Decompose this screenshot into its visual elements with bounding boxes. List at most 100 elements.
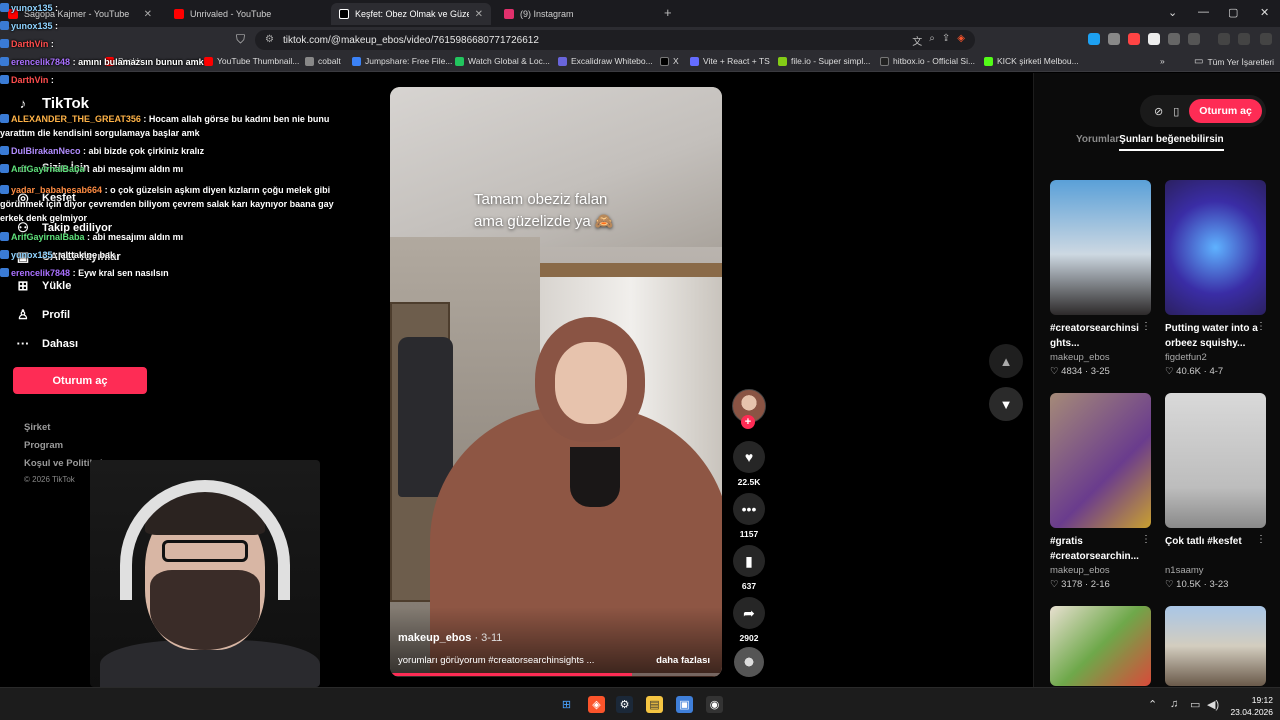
chat-text: : alttakine bak	[55, 250, 116, 260]
extension-icon[interactable]	[1108, 33, 1120, 45]
photos-icon[interactable]: ▣	[676, 696, 693, 713]
bookmark-item[interactable]: Vite + React + TS	[690, 56, 770, 66]
video-progress-bar[interactable]	[390, 673, 722, 676]
system-clock[interactable]: 19:12 23.04.2026	[1228, 694, 1273, 718]
tab-label: (9) Instagram	[520, 9, 574, 19]
bookmark-item[interactable]: KICK şirketi Melbou...	[984, 56, 1079, 66]
more-icon: ···	[16, 336, 30, 351]
next-video-button[interactable]: ▼	[989, 387, 1023, 421]
chevron-down-icon: ▼	[999, 396, 1013, 412]
menu-icon[interactable]	[1260, 33, 1272, 45]
bookmark-item[interactable]: file.io - Super simpl...	[778, 56, 870, 66]
extension-icon[interactable]	[1088, 33, 1100, 45]
subscriber-badge-icon	[0, 75, 9, 84]
sidebar-icon[interactable]	[1188, 33, 1200, 45]
more-options-icon[interactable]: ⋮	[1141, 534, 1151, 545]
bookmark-item[interactable]: Excalidraw Whitebo...	[558, 56, 653, 66]
progress-fill	[390, 673, 633, 676]
nav-item-more[interactable]: ··· Dahası	[16, 336, 79, 351]
share-icon[interactable]: ⇪	[942, 33, 950, 48]
brave-shield-icon[interactable]: ◈	[957, 33, 965, 48]
copyright: © 2026 TikTok	[24, 475, 75, 484]
network-icon[interactable]: ▭	[1190, 698, 1200, 711]
coins-icon[interactable]: ⊘	[1154, 105, 1163, 118]
nav-item-profile[interactable]: ♙ Profil	[16, 307, 70, 323]
chat-message: ArifGayirnalBaba : abi mesajımı aldın mı	[0, 164, 183, 174]
bookmarks-overflow-icon[interactable]: »	[1160, 56, 1165, 66]
like-count: 22.5K	[737, 477, 761, 487]
video-player[interactable]: Tamam obeziz falan ama güzelizde ya 🙈 ma…	[390, 87, 722, 677]
bookmark-item[interactable]: X	[660, 56, 679, 66]
subscriber-badge-icon	[0, 250, 9, 259]
subscriber-badge-icon	[0, 268, 9, 277]
like-button[interactable]: ♥ 22.5K	[733, 441, 765, 487]
music-icon[interactable]	[1218, 33, 1230, 45]
login-button[interactable]: Oturum aç	[13, 367, 147, 394]
tab-instagram[interactable]: (9) Instagram	[496, 3, 656, 25]
extension-icon[interactable]	[1148, 33, 1160, 45]
microphone-icon[interactable]: ♫	[1170, 698, 1178, 710]
chat-text: : abi bizde çok çirkiniz kralız	[83, 146, 205, 156]
recommended-video-card[interactable]	[1165, 606, 1266, 686]
windows-start-icon[interactable]: ⊞	[558, 696, 575, 713]
tab-recommendations[interactable]: Şunları beğenebilirsin	[1119, 134, 1224, 151]
tray-expand-icon[interactable]: ⌃	[1148, 698, 1157, 711]
tab-search-icon[interactable]: ⌄	[1168, 6, 1177, 19]
subscriber-badge-icon	[0, 114, 9, 123]
all-bookmarks[interactable]: ▭ Tüm Yer İşaretleri	[1194, 56, 1274, 67]
previous-video-button[interactable]: ▲	[989, 344, 1023, 378]
steam-icon[interactable]: ⚙	[616, 696, 633, 713]
volume-icon[interactable]: ◀)	[1207, 698, 1219, 711]
bookmark-item[interactable]: hitbox.io - Official Si...	[880, 56, 975, 66]
minimize-button[interactable]: —	[1198, 6, 1209, 18]
follow-plus-icon[interactable]: +	[741, 415, 755, 429]
maximize-button[interactable]: ▢	[1228, 6, 1238, 19]
show-more-link[interactable]: daha fazlası	[656, 655, 710, 666]
recommended-video-card[interactable]	[1050, 606, 1151, 686]
close-window-button[interactable]: ✕	[1260, 6, 1269, 19]
recommended-video-card[interactable]: Putting water into a orbeez squishy... ⋮…	[1165, 180, 1266, 377]
bookmark-item[interactable]: Jumpshare: Free File...	[352, 56, 452, 66]
more-options-icon[interactable]: ⋮	[1256, 321, 1266, 332]
recommended-video-card[interactable]: Çok tatlı #kesfet ⋮ n1saamy ♡ 10.5K · 3-…	[1165, 393, 1266, 590]
close-icon[interactable]: ✕	[475, 9, 483, 20]
video-author[interactable]: makeup_ebos · 3-11	[398, 632, 502, 644]
subscriber-badge-icon	[0, 39, 9, 48]
footer-link-company[interactable]: Şirket	[24, 422, 50, 433]
chat-message: yunox135 :	[0, 3, 58, 13]
chat-username: yunox135	[11, 21, 53, 31]
bookmark-item[interactable]: Watch Global & Loc...	[455, 56, 550, 66]
new-tab-button[interactable]: +	[664, 5, 672, 20]
music-disc-icon[interactable]	[734, 647, 764, 677]
recommended-video-card[interactable]: #creatorsearchinsi ghts... ⋮ makeup_ebos…	[1050, 180, 1151, 377]
extension-icon[interactable]	[1128, 33, 1140, 45]
video-thumbnail	[1050, 606, 1151, 686]
fileio-icon	[778, 56, 787, 66]
save-button[interactable]: ▮ 637	[733, 545, 765, 591]
chat-username: ArifGayirnalBaba	[11, 232, 85, 242]
video-thumbnail	[1050, 180, 1151, 315]
device-icon[interactable]: ▯	[1173, 105, 1179, 118]
subscriber-badge-icon	[0, 21, 9, 30]
instagram-icon	[504, 9, 514, 19]
comment-button[interactable]: ••• 1157	[733, 493, 765, 539]
login-button-top[interactable]: Oturum aç	[1189, 99, 1262, 123]
chat-username: erencelik7848	[11, 268, 71, 278]
tab-comments[interactable]: Yorumlar	[1076, 134, 1119, 151]
footer-link-program[interactable]: Program	[24, 440, 63, 451]
translate-icon[interactable]: 文	[912, 33, 922, 48]
chat-username: DulBirakanNeco	[11, 146, 81, 156]
more-options-icon[interactable]: ⋮	[1141, 321, 1151, 332]
heart-icon: ♡	[1050, 366, 1062, 377]
more-options-icon[interactable]: ⋮	[1256, 534, 1266, 545]
address-bar[interactable]: ⚙ tiktok.com/@makeup_ebos/video/76159866…	[255, 30, 975, 50]
file-explorer-icon[interactable]: ▤	[646, 696, 663, 713]
brave-browser-icon[interactable]: ◈	[588, 696, 605, 713]
obs-icon[interactable]: ◉	[706, 696, 723, 713]
extensions-icon[interactable]	[1168, 33, 1180, 45]
zoom-icon[interactable]: ⌕	[929, 33, 935, 48]
chat-username: yunox135	[11, 3, 53, 13]
vpn-icon[interactable]	[1238, 33, 1250, 45]
share-button[interactable]: ➦ 2902	[733, 597, 765, 643]
recommended-video-card[interactable]: #gratis #creatorsearchin... ⋮ makeup_ebo…	[1050, 393, 1151, 590]
